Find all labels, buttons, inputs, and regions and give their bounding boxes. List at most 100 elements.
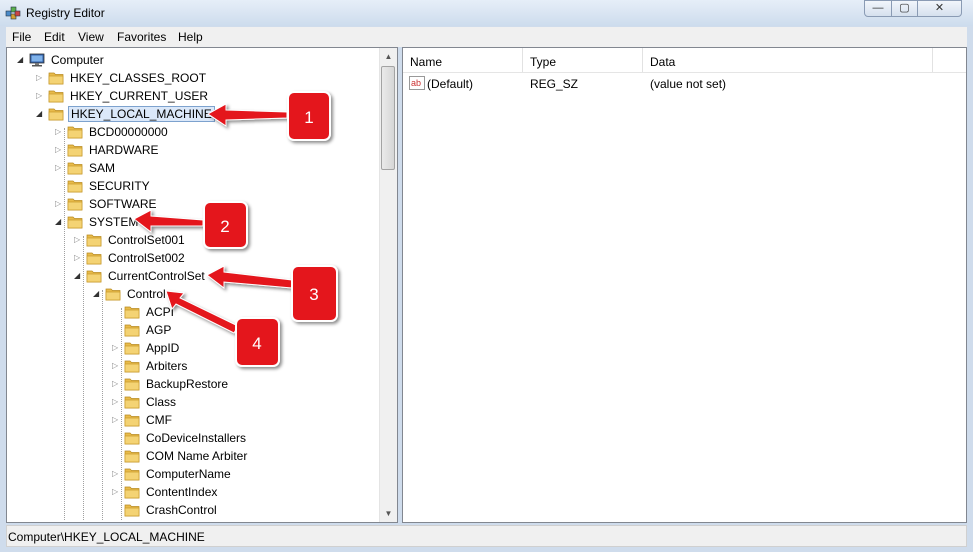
folder-icon [67, 216, 83, 229]
folder-icon [124, 306, 140, 319]
collapsed-arrow-icon[interactable]: ▷ [55, 163, 64, 172]
folder-icon [124, 432, 140, 445]
close-button[interactable]: ✕ [917, 0, 962, 17]
tree-item-label: ComputerName [146, 467, 231, 481]
collapsed-arrow-icon[interactable]: ▷ [55, 145, 64, 154]
expanded-arrow-icon[interactable]: ◢ [17, 55, 26, 64]
tree-item-label: ControlSet001 [108, 233, 185, 247]
maximize-button[interactable]: ▢ [891, 0, 918, 17]
tree-item-label: HARDWARE [89, 143, 159, 157]
status-path: Computer\HKEY_LOCAL_MACHINE [8, 530, 205, 544]
values-list[interactable]: Name Type Data ab (Default) REG_SZ (valu… [402, 47, 967, 523]
tree-item-label: SECURITY [89, 179, 150, 193]
collapsed-arrow-icon[interactable]: ▷ [55, 199, 64, 208]
tree-connector-line [83, 236, 84, 520]
folder-icon [67, 126, 83, 139]
value-type: REG_SZ [530, 77, 579, 91]
column-header-name[interactable]: Name [403, 48, 523, 72]
tree-connector-line [102, 290, 103, 520]
tree-item-label: CrashControl [146, 503, 217, 517]
svg-text:ab: ab [411, 78, 421, 88]
tree-item-label: Arbiters [146, 359, 188, 373]
tree-item-label: ControlSet002 [108, 251, 185, 265]
collapsed-arrow-icon[interactable]: ▷ [112, 361, 121, 370]
collapsed-arrow-icon[interactable]: ▷ [112, 397, 121, 406]
menu-edit[interactable]: Edit [44, 30, 65, 44]
folder-icon [124, 324, 140, 337]
tree-item-label: HKEY_CLASSES_ROOT [70, 71, 207, 85]
tree-item-label: BCD00000000 [89, 125, 168, 139]
tree-scrollbar[interactable]: ▲ ▼ [379, 48, 397, 522]
column-header-data[interactable]: Data [643, 48, 933, 72]
folder-icon [67, 162, 83, 175]
collapsed-arrow-icon[interactable]: ▷ [112, 379, 121, 388]
folder-icon [67, 180, 83, 193]
collapsed-arrow-icon[interactable]: ▷ [74, 235, 83, 244]
folder-icon [124, 396, 140, 409]
scroll-thumb[interactable] [381, 66, 395, 170]
folder-icon [86, 234, 102, 247]
computer-icon [29, 53, 45, 67]
tree-item-label: ContentIndex [146, 485, 218, 499]
folder-icon [124, 360, 140, 373]
collapsed-arrow-icon[interactable]: ▷ [112, 487, 121, 496]
tree-item-label: CMF [146, 413, 172, 427]
tree-item-label: COM Name Arbiter [146, 449, 248, 463]
tree-item-label: CoDeviceInstallers [146, 431, 247, 445]
tree-connector-line [121, 308, 122, 520]
scroll-up-icon[interactable]: ▲ [380, 48, 397, 65]
menu-bar: File Edit View Favorites Help [6, 27, 967, 47]
value-name: (Default) [427, 77, 474, 91]
expanded-arrow-icon[interactable]: ◢ [36, 109, 45, 118]
folder-icon [67, 198, 83, 211]
collapsed-arrow-icon[interactable]: ▷ [74, 253, 83, 262]
column-header-type[interactable]: Type [523, 48, 643, 72]
tree-item-label: HKEY_CURRENT_USER [70, 89, 209, 103]
string-value-icon: ab [409, 76, 425, 90]
tree-item-label: AGP [146, 323, 172, 337]
tree-item-label: Control [127, 287, 166, 301]
minimize-button[interactable]: — [864, 0, 892, 17]
tree-item-label: HKEY_LOCAL_MACHINE [68, 106, 215, 122]
folder-icon [48, 108, 64, 121]
menu-view[interactable]: View [78, 30, 104, 44]
value-data: (value not set) [650, 77, 727, 91]
collapsed-arrow-icon[interactable]: ▷ [55, 127, 64, 136]
folder-icon [124, 342, 140, 355]
collapsed-arrow-icon[interactable]: ▷ [36, 73, 45, 82]
close-icon: ✕ [934, 2, 945, 14]
maximize-icon: ▢ [899, 2, 910, 14]
registry-editor-icon [5, 6, 21, 20]
expanded-arrow-icon[interactable]: ◢ [74, 271, 83, 280]
tree-item-label: CurrentControlSet [108, 269, 205, 283]
menu-favorites[interactable]: Favorites [117, 30, 166, 44]
menu-help[interactable]: Help [178, 30, 203, 44]
registry-tree[interactable]: ▲ ▼ ◢ Computer ▷ HKEY_CLASSES_ROOT ▷ HKEY_CUR… [6, 47, 398, 523]
collapsed-arrow-icon[interactable]: ▷ [112, 343, 121, 352]
window-title: Registry Editor [26, 6, 105, 20]
tree-item-label: BackupRestore [146, 377, 229, 391]
tree-item-label: SYSTEM [89, 215, 139, 229]
tree-item-label: ACPI [146, 305, 175, 319]
folder-icon [124, 378, 140, 391]
collapsed-arrow-icon[interactable]: ▷ [36, 91, 45, 100]
value-row-default[interactable]: ab (Default) REG_SZ (value not set) [403, 75, 963, 93]
folder-icon [86, 252, 102, 265]
folder-icon [124, 414, 140, 427]
folder-icon [86, 270, 102, 283]
title-bar: Registry Editor — ▢ ✕ [0, 0, 973, 26]
collapsed-arrow-icon[interactable]: ▷ [112, 469, 121, 478]
folder-icon [48, 90, 64, 103]
scroll-down-icon[interactable]: ▼ [380, 505, 397, 522]
menu-file[interactable]: File [12, 30, 31, 44]
collapsed-arrow-icon[interactable]: ▷ [112, 415, 121, 424]
minimize-icon: — [872, 2, 884, 14]
expanded-arrow-icon[interactable]: ◢ [55, 217, 64, 226]
expanded-arrow-icon[interactable]: ◢ [93, 289, 102, 298]
